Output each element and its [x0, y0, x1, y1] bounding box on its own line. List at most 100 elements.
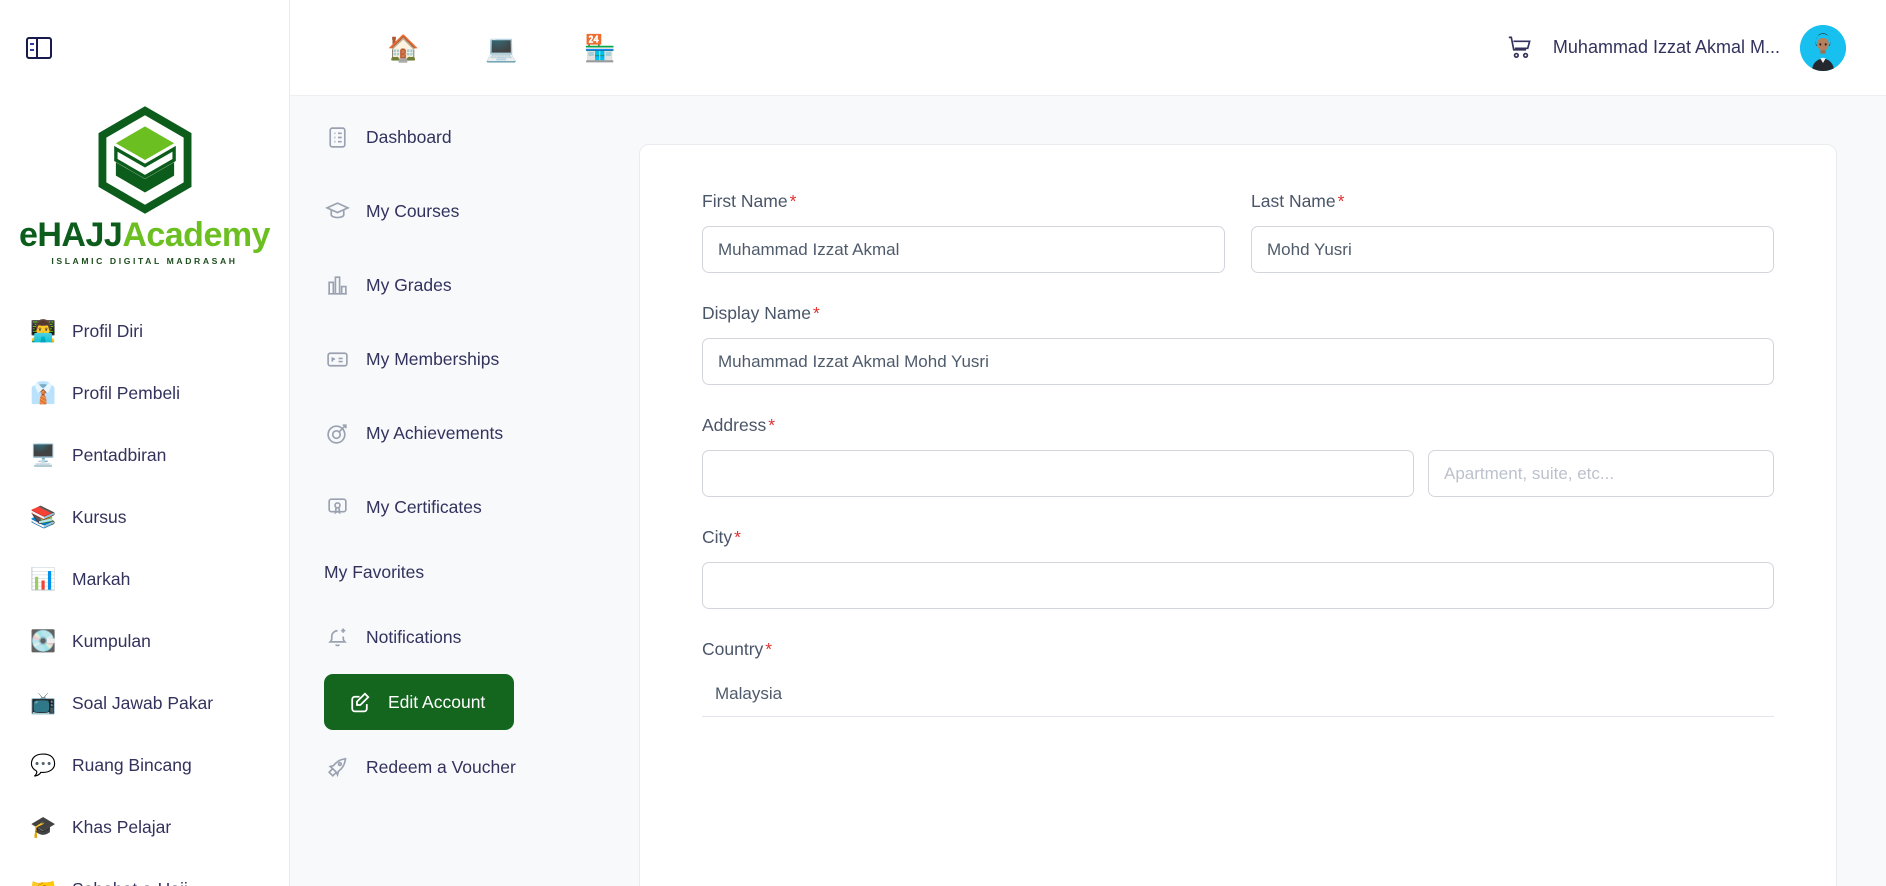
nav-item-dashboard[interactable]: Dashboard: [290, 100, 590, 174]
content-scroll-region[interactable]: First Name* Last Name* Display Name* Add…: [590, 96, 1886, 886]
sidebar-item-label: Profil Pembeli: [72, 382, 180, 403]
city-label-text: City: [702, 527, 733, 547]
display-name-label: Display Name *: [702, 303, 1774, 324]
sidebar-toggle-row: [0, 0, 289, 96]
profil-pembeli-icon: 👔: [30, 381, 57, 405]
bell-plus-icon: [324, 624, 350, 650]
graduation-cap-icon: [324, 198, 350, 224]
sidebar-item-kumpulan[interactable]: 💽 Kumpulan: [0, 610, 289, 672]
address-label-text: Address: [702, 415, 767, 435]
address-line2-wrap: [1428, 450, 1774, 497]
address-group: Address *: [702, 415, 1774, 497]
brand-name: eHAJJAcademy: [0, 218, 289, 252]
ruang-bincang-icon: 💬: [30, 753, 57, 777]
sidebar-item-label: Markah: [72, 568, 131, 589]
nav-item-label: Dashboard: [366, 126, 452, 147]
sidebar-item-label: Pentadbiran: [72, 444, 167, 465]
brand-logo[interactable]: eHAJJAcademy ISLAMIC DIGITAL MADRASAH: [0, 96, 289, 292]
nav-item-edit-account[interactable]: Edit Account: [324, 674, 514, 730]
nav-item-label: Edit Account: [388, 691, 486, 712]
pentadbiran-icon: 🖥️: [30, 443, 57, 467]
country-group: Country * Malaysia: [702, 639, 1774, 717]
rocket-icon: [324, 754, 350, 780]
panel-dot-2: [30, 49, 34, 52]
first-name-label: First Name *: [702, 191, 1225, 212]
panel-frame: [26, 37, 52, 59]
bar-chart-icon: [324, 272, 350, 298]
last-name-label-text: Last Name: [1251, 191, 1336, 211]
panel-divider: [35, 39, 38, 57]
card-icon: [324, 346, 350, 372]
required-marker: *: [789, 191, 797, 211]
sidebar-item-kursus[interactable]: 📚 Kursus: [0, 486, 289, 548]
user-name-label[interactable]: Muhammad Izzat Akmal M...: [1553, 37, 1780, 58]
main-area: 🏠 💻 🏪 Muhammad Izzat Akmal M... First Na…: [290, 0, 1886, 886]
nav-item-my-courses[interactable]: My Courses: [290, 174, 590, 248]
markah-icon: 📊: [30, 567, 57, 591]
panel-toggle-icon[interactable]: [26, 37, 52, 59]
home-icon[interactable]: 🏠: [387, 35, 419, 61]
address-row: [702, 450, 1774, 497]
avatar[interactable]: [1800, 24, 1846, 71]
country-label-text: Country: [702, 639, 764, 659]
brand-name-part1: eHAJJ: [18, 216, 123, 254]
header-user-area: Muhammad Izzat Akmal M...: [1506, 24, 1846, 71]
target-icon: [324, 420, 350, 446]
sidebar-item-sahabat-ehajj[interactable]: 🤝 Sahabat e-Hajj: [0, 858, 289, 886]
sidebar-nav: 👨‍💻 Profil Diri 👔 Profil Pembeli 🖥️ Pent…: [0, 292, 289, 886]
nav-item-label: My Courses: [366, 200, 460, 221]
address-line1-input[interactable]: [702, 450, 1414, 497]
city-label: City *: [702, 527, 1774, 548]
sidebar-item-label: Kumpulan: [72, 630, 151, 651]
sidebar-item-soal-jawab-pakar[interactable]: 📺 Soal Jawab Pakar: [0, 672, 289, 734]
required-marker: *: [1337, 191, 1345, 211]
display-name-input[interactable]: [702, 338, 1774, 385]
city-group: City *: [702, 527, 1774, 609]
country-select[interactable]: Malaysia: [702, 674, 1774, 717]
nav-item-label: Redeem a Voucher: [366, 756, 516, 777]
sidebar-item-markah[interactable]: 📊 Markah: [0, 548, 289, 610]
nav-item-label: Notifications: [366, 626, 462, 647]
first-name-group: First Name *: [702, 191, 1225, 273]
courses-icon[interactable]: 💻: [485, 35, 517, 61]
display-name-label-text: Display Name: [702, 303, 811, 323]
nav-item-label: My Achievements: [366, 422, 504, 443]
address-line2-input[interactable]: [1428, 450, 1774, 497]
nav-item-my-certificates[interactable]: My Certificates: [290, 470, 590, 544]
sidebar-item-pentadbiran[interactable]: 🖥️ Pentadbiran: [0, 424, 289, 486]
required-marker: *: [812, 303, 820, 323]
address-line1-wrap: [702, 450, 1414, 497]
nav-item-my-achievements[interactable]: My Achievements: [290, 396, 590, 470]
sidebar-item-profil-pembeli[interactable]: 👔 Profil Pembeli: [0, 362, 289, 424]
nav-item-redeem-a-voucher[interactable]: Redeem a Voucher: [290, 730, 590, 804]
last-name-input[interactable]: [1251, 226, 1774, 273]
country-label: Country *: [702, 639, 1774, 660]
last-name-label: Last Name *: [1251, 191, 1774, 212]
required-marker: *: [734, 527, 741, 547]
nav-item-my-grades[interactable]: My Grades: [290, 248, 590, 322]
kaaba-hexagon-logo-icon: [98, 106, 191, 214]
sidebar-item-label: Sahabat e-Hajj: [72, 879, 188, 886]
left-sidebar: eHAJJAcademy ISLAMIC DIGITAL MADRASAH 👨‍…: [0, 0, 290, 886]
edit-square-icon: [346, 689, 372, 715]
nav-item-label: My Grades: [366, 274, 452, 295]
shopping-cart-icon[interactable]: [1506, 34, 1533, 61]
khas-pelajar-icon: 🎓: [30, 815, 57, 839]
sidebar-item-profil-diri[interactable]: 👨‍💻 Profil Diri: [0, 300, 289, 362]
sidebar-item-ruang-bincang[interactable]: 💬 Ruang Bincang: [0, 734, 289, 796]
city-input[interactable]: [702, 562, 1774, 609]
brand-tagline: ISLAMIC DIGITAL MADRASAH: [51, 256, 238, 266]
required-marker: *: [765, 639, 773, 659]
sidebar-item-khas-pelajar[interactable]: 🎓 Khas Pelajar: [0, 796, 289, 858]
brand-name-part2: Academy: [122, 216, 271, 254]
nav-item-notifications[interactable]: Notifications: [290, 600, 590, 674]
last-name-group: Last Name *: [1251, 191, 1774, 273]
store-icon[interactable]: 🏪: [584, 35, 616, 61]
sidebar-item-label: Profil Diri: [72, 320, 143, 341]
sahabat-ehajj-icon: 🤝: [30, 879, 56, 886]
first-name-input[interactable]: [702, 226, 1225, 273]
first-name-label-text: First Name: [702, 191, 788, 211]
nav-item-my-memberships[interactable]: My Memberships: [290, 322, 590, 396]
edit-account-form-card: First Name* Last Name* Display Name* Add…: [639, 144, 1837, 886]
certificate-icon: [324, 494, 350, 520]
